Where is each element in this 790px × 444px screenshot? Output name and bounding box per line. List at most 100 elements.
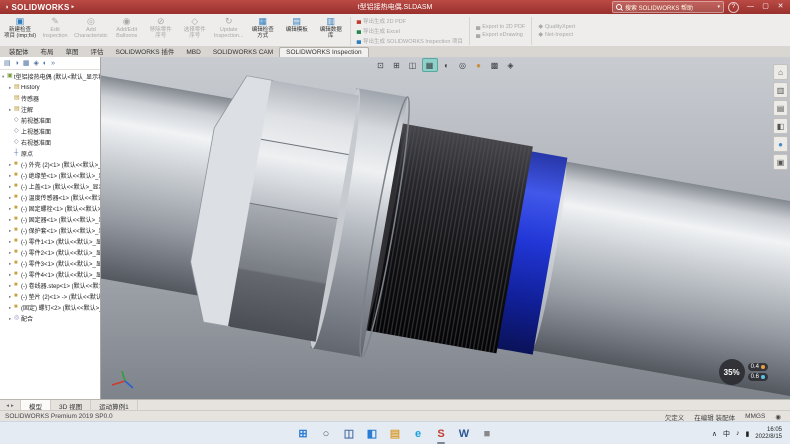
tree-item[interactable]: ▸ ◎ 配合 xyxy=(0,313,100,324)
file-explorer-icon[interactable]: ▤ xyxy=(387,426,403,442)
view-palette-icon[interactable]: ◧ xyxy=(773,118,788,134)
custom-properties-icon[interactable]: ▣ xyxy=(773,154,788,170)
add-edit-balloons-button[interactable]: ◉ Add/Edit Balloons xyxy=(110,15,144,47)
battery-icon[interactable]: ▮ xyxy=(745,430,749,438)
tree-item[interactable]: ▸ ■ (-) 零件4<1> (默认<<默认>_显示状 xyxy=(0,269,100,280)
model-canvas[interactable] xyxy=(101,57,790,399)
update-inspection-button[interactable]: ↻ Update Inspection... xyxy=(212,15,246,47)
select-balloons-button[interactable]: ◇ 选择零件 序号 xyxy=(178,15,212,47)
tree-item[interactable]: ▸ ■ (-) 零件2<1> (默认<<默认>_显示状 xyxy=(0,247,100,258)
tree-item[interactable]: ▤ 传感器 xyxy=(0,93,100,104)
tab-assembly[interactable]: 装配体 xyxy=(3,45,35,57)
prev-tab-arrow[interactable]: ◂ xyxy=(6,403,9,409)
task-pane-glyph: ▥ xyxy=(777,86,785,95)
graphics-area[interactable]: ⊡ ⊞ ◫ ▦ ◐ ◎ ● ▩ xyxy=(101,57,790,399)
tree-item[interactable]: ▾ ▣ t型铝接热电偶 (默认<默认_显示状态-1>) xyxy=(0,71,100,82)
tab-inspection[interactable]: SOLIDWORKS Inspection xyxy=(279,47,369,57)
add-characteristic-button[interactable]: ◎ Add Characteristic xyxy=(72,15,110,47)
edit-appearance-icon[interactable]: ● xyxy=(472,59,486,71)
tree-item[interactable]: ▸ ■ (-) 零件3<1> (默认<<默认>_显示状 xyxy=(0,258,100,269)
ime-indicator[interactable]: 中 xyxy=(723,429,730,439)
taskbar-clock[interactable]: 16:05 2022/8/15 xyxy=(755,427,782,441)
menu-caret-icon[interactable]: ▸ xyxy=(72,4,75,10)
qualityxpert-button[interactable]: ◆ QualityXpert xyxy=(538,24,575,30)
displaymanager-tab[interactable]: ◐ xyxy=(43,60,47,67)
section-view-icon[interactable]: ◫ xyxy=(406,59,420,71)
task-view-icon[interactable]: ◫ xyxy=(341,426,357,442)
tree-item[interactable]: ▸ ■ (固定) 螺钉<2> (默认<<默认>_显示 xyxy=(0,302,100,313)
search-caret-icon[interactable]: ▾ xyxy=(717,4,720,10)
tree-item[interactable]: ◇ 右视基准面 xyxy=(0,137,100,148)
tree-item[interactable]: ▸ ■ (-) 绝缘垫<1> (默认<<默认>_显示状 xyxy=(0,170,100,181)
tree-item[interactable]: ▸ ■ (-) 垫片 (2)<1> -> (默认<<默认>_显 xyxy=(0,291,100,302)
tree-item[interactable]: ◇ 前视基准面 xyxy=(0,115,100,126)
tab-addins[interactable]: SOLIDWORKS 插件 xyxy=(110,45,181,57)
tree-item[interactable]: ▸ ■ (-) 温度传感器<1> (默认<<默认>_显 xyxy=(0,192,100,203)
search-icon[interactable]: ○ xyxy=(318,426,334,442)
propertymanager-tab[interactable]: ◑ xyxy=(15,60,19,67)
tree-item[interactable]: ▸ ■ (-) 固定螺栓<1> (默认<<默认>_显示 xyxy=(0,203,100,214)
start-button[interactable]: ⊞ xyxy=(295,426,311,442)
tab-sketch[interactable]: 草图 xyxy=(60,45,85,57)
tabs-overflow-icon[interactable]: » xyxy=(51,60,55,67)
edit-database-button[interactable]: ▥ 编辑数据 库 xyxy=(314,15,348,47)
word-icon[interactable]: W xyxy=(456,426,472,442)
design-library-icon[interactable]: ▥ xyxy=(773,82,788,98)
edge-icon[interactable]: e xyxy=(410,426,426,442)
help-search-input[interactable]: 搜索 SOLIDWORKS 帮助 ▾ xyxy=(612,1,724,13)
hide-show-items-icon[interactable]: ◎ xyxy=(456,59,470,71)
edit-inspection-method-button[interactable]: ▦ 编辑检查 方式 xyxy=(246,15,280,47)
hidden-icons-chevron[interactable]: ∧ xyxy=(712,430,717,438)
pinned-app-icon[interactable]: ■ xyxy=(479,426,495,442)
export-to-2d-pdf-button[interactable]: ▄ Export to 2D PDF xyxy=(476,24,525,30)
tree-item[interactable]: ▸ ▤ History xyxy=(0,82,100,93)
zoom-percentage-badge: 35% xyxy=(719,359,745,385)
tab-cam[interactable]: SOLIDWORKS CAM xyxy=(207,48,279,57)
display-style-icon[interactable]: ◐ xyxy=(440,59,454,71)
tree-item[interactable]: ◇ 上视基准面 xyxy=(0,126,100,137)
volume-icon[interactable]: ♪ xyxy=(736,430,740,437)
help-button[interactable]: ? xyxy=(728,2,739,13)
tree-item[interactable]: ▸ ■ (-) 上盖<1> (默认<<默认>_显示状 xyxy=(0,181,100,192)
export-2d-pdf-cn-button[interactable]: ▄ 导出生成 2D PDF xyxy=(357,17,463,25)
solidworks-taskbar-icon[interactable]: S xyxy=(433,426,449,442)
maximize-button[interactable]: ▢ xyxy=(758,0,773,14)
tree-item[interactable]: ┼ 原点 xyxy=(0,148,100,159)
tab-layout[interactable]: 布局 xyxy=(35,45,60,57)
dimxpert-tab[interactable]: ◈ xyxy=(33,59,38,67)
units-selector[interactable]: MMGS xyxy=(745,413,765,420)
next-tab-arrow[interactable]: ▸ xyxy=(11,403,14,409)
user-icon[interactable]: ◉ xyxy=(775,413,781,421)
tree-item[interactable]: ▸ ■ (-) 固定器<1> (默认<<默认>_显示状 xyxy=(0,214,100,225)
zoom-fit-icon[interactable]: ⊡ xyxy=(374,59,388,71)
edit-template-button[interactable]: ▤ 编辑模板 xyxy=(280,15,314,47)
export-edrawing-button[interactable]: ▄ Export eDrawing xyxy=(476,32,525,38)
solidworks-logo[interactable]: ◗ SOLIDWORKS ▸ xyxy=(0,3,79,12)
remove-balloons-button[interactable]: ⊘ 移除零件 序号 xyxy=(144,15,178,47)
edit-inspection-button[interactable]: ✎ Edit Inspection xyxy=(38,15,72,47)
new-inspection-project-button[interactable]: ▣ 新建检查 项目 (imp;fsl) xyxy=(2,15,38,47)
tab-mbd[interactable]: MBD xyxy=(180,48,206,57)
close-button[interactable]: ✕ xyxy=(773,0,788,14)
tree-item[interactable]: ▸ ■ (-) 卷线器.step<1> (默认<<默认>_显 xyxy=(0,280,100,291)
appearances-scenes-icon[interactable]: ● xyxy=(773,136,788,152)
widgets-icon[interactable]: ◧ xyxy=(364,426,380,442)
minimize-button[interactable]: — xyxy=(743,0,758,14)
featuremanager-tab[interactable]: ▤ xyxy=(4,59,11,67)
view-settings-icon[interactable]: ◈ xyxy=(504,59,518,71)
export-excel-cn-button[interactable]: ▄ 导出生成 Excel xyxy=(357,27,463,35)
export-inspection-project-button[interactable]: ▄ 导出生成 SOLIDWORKS Inspection 项目 xyxy=(357,37,463,45)
app-name: SOLIDWORKS xyxy=(12,3,70,12)
apply-scene-icon[interactable]: ▩ xyxy=(488,59,502,71)
zoom-area-icon[interactable]: ⊞ xyxy=(390,59,404,71)
configurationmanager-tab[interactable]: ▦ xyxy=(23,59,30,67)
tree-item[interactable]: ▸ ■ (-) 零件1<1> (默认<<默认>_显示状 xyxy=(0,236,100,247)
view-orientation-icon[interactable]: ▦ xyxy=(422,58,438,72)
resources-pane-icon[interactable]: ⌂ xyxy=(773,64,788,80)
tree-item[interactable]: ▸ ▤ 注解 xyxy=(0,104,100,115)
tab-evaluate[interactable]: 评估 xyxy=(85,45,110,57)
file-explorer-pane-icon[interactable]: ▤ xyxy=(773,100,788,116)
tree-item[interactable]: ▸ ■ (-) 保护套<1> (默认<<默认>_显示状 xyxy=(0,225,100,236)
tree-item[interactable]: ▸ ■ (-) 外壳 (2)<1> (默认<<默认>_显示状 xyxy=(0,159,100,170)
net-inspect-button[interactable]: ◆ Net-Inspect xyxy=(538,32,575,38)
